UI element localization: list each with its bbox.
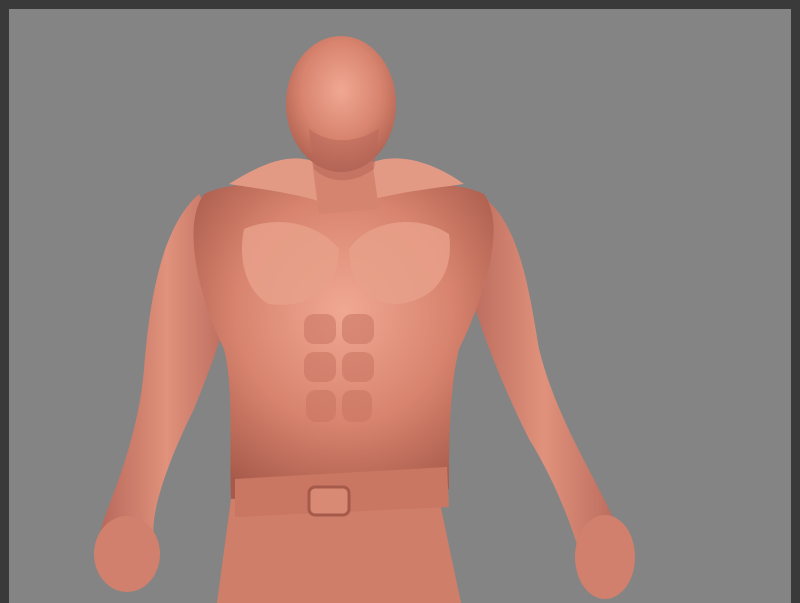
viewport-frame xyxy=(0,0,800,603)
belt-buckle xyxy=(307,485,351,517)
torso xyxy=(193,184,494,500)
sculpt-render xyxy=(94,36,635,603)
left-fist xyxy=(94,516,160,592)
right-hand xyxy=(575,515,635,599)
